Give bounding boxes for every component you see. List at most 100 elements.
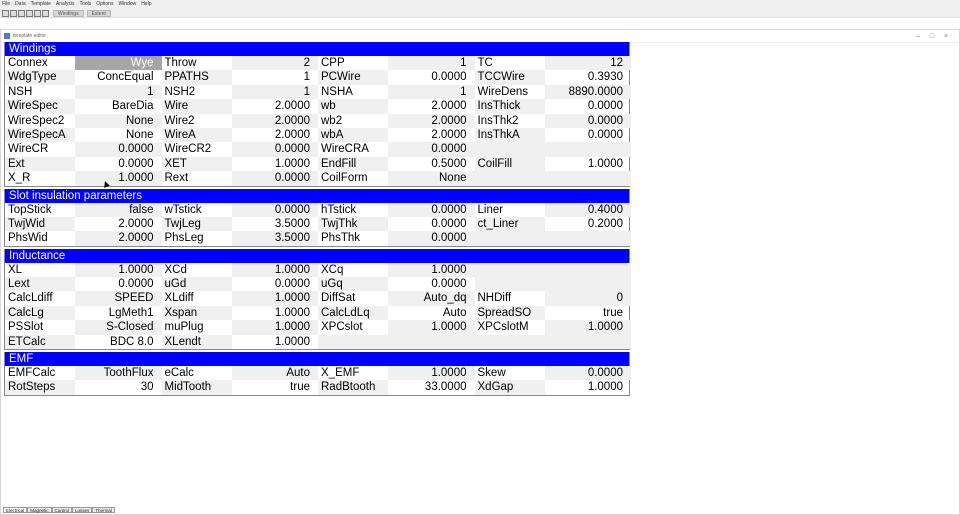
minimize-icon[interactable]: – [911, 31, 925, 42]
param-value[interactable]: 2 [231, 56, 318, 71]
bottom-tab-thermal[interactable]: Thermal [92, 507, 115, 513]
paste-icon[interactable] [42, 9, 49, 17]
bottom-tab-magnetic[interactable]: Magnetic [27, 507, 52, 513]
param-value[interactable]: 2.0000 [75, 231, 162, 246]
param-value[interactable]: 1.0000 [388, 320, 475, 335]
param-value[interactable]: 0.0000 [388, 202, 475, 217]
param-value[interactable]: Auto [388, 306, 475, 320]
menu-item-file[interactable]: File [2, 0, 10, 9]
menu-item-options[interactable]: Options [96, 0, 113, 9]
new-file-icon[interactable] [2, 9, 9, 17]
param-value[interactable]: LgMeth1 [75, 306, 162, 320]
param-value[interactable]: true [232, 380, 319, 394]
param-value[interactable]: false [75, 202, 162, 217]
param-value[interactable]: 1 [75, 84, 162, 100]
param-value[interactable]: 0.0000 [232, 277, 319, 291]
param-value[interactable]: 1.0000 [388, 262, 475, 278]
param-value[interactable]: Auto_dq [388, 291, 475, 306]
menu-item-template[interactable]: Template [31, 0, 51, 9]
param-value[interactable]: Auto [231, 366, 318, 381]
section-header[interactable]: Slot insulation parameters [5, 188, 629, 203]
param-value[interactable]: 0.0000 [388, 70, 475, 84]
param-value[interactable]: 0.0000 [75, 142, 162, 157]
param-value[interactable]: 0.0000 [231, 202, 318, 217]
param-value[interactable]: ToothFlux [75, 366, 162, 381]
param-value[interactable]: 0.2000 [545, 217, 632, 231]
param-value[interactable]: SPEED [75, 291, 162, 306]
param-value[interactable]: Wye [75, 56, 162, 71]
open-file-icon[interactable] [10, 9, 17, 17]
param-value[interactable]: 1.0000 [232, 335, 319, 349]
param-value[interactable]: 33.0000 [388, 380, 475, 394]
param-value[interactable]: 0.3930 [545, 70, 632, 84]
param-value[interactable]: 1 [232, 70, 319, 84]
print-icon[interactable] [26, 9, 33, 17]
param-value[interactable]: 1.0000 [231, 262, 318, 278]
param-value[interactable]: 0.4000 [544, 202, 631, 217]
param-value[interactable]: 0.0000 [388, 231, 475, 246]
param-value[interactable]: 2.0000 [388, 113, 475, 128]
param-value[interactable]: 2.0000 [232, 128, 319, 142]
param-value[interactable]: 2.0000 [388, 99, 475, 113]
param-value[interactable]: 0.0000 [544, 113, 631, 128]
param-value[interactable]: 0.0000 [75, 277, 162, 291]
maximize-icon[interactable]: □ [925, 31, 939, 42]
menu-item-tools[interactable]: Tools [80, 0, 92, 9]
close-icon[interactable]: × [939, 31, 953, 42]
toolbar-tab-windings[interactable]: Windings [53, 9, 84, 17]
menu-item-analysis[interactable]: Analysis [56, 0, 75, 9]
toolbar-tab-extent[interactable]: Extent [86, 9, 111, 17]
param-value[interactable]: 2.0000 [75, 217, 162, 231]
param-value[interactable]: 1.0000 [75, 171, 162, 186]
param-value[interactable]: None [388, 171, 475, 186]
bottom-tab-electrical[interactable]: Electrical [3, 507, 28, 513]
param-value[interactable]: 0.0000 [545, 128, 632, 142]
param-value[interactable]: 0.5000 [388, 157, 475, 171]
param-value[interactable]: 2.0000 [231, 113, 318, 128]
bottom-tab-control[interactable]: Control [51, 507, 73, 513]
menu-item-data[interactable]: Data [15, 0, 26, 9]
param-value[interactable]: 2.0000 [232, 99, 319, 113]
param-value[interactable]: 3.5000 [231, 231, 318, 246]
param-value[interactable]: ConcEqual [75, 70, 162, 84]
param-value[interactable]: 1.0000 [232, 157, 319, 171]
param-value[interactable]: None [75, 128, 162, 142]
bottom-tab-losses[interactable]: Losses [72, 507, 93, 513]
save-icon[interactable] [18, 9, 25, 17]
section-header[interactable]: Windings [5, 42, 629, 56]
param-value[interactable]: 0.0000 [75, 157, 162, 171]
param-value[interactable]: 1.0000 [231, 320, 318, 335]
param-value[interactable]: 1.0000 [232, 306, 319, 320]
param-value[interactable]: BDC 8.0 [75, 335, 162, 349]
param-value[interactable]: 1.0000 [231, 291, 318, 306]
param-value[interactable]: 1.0000 [544, 320, 631, 335]
param-value[interactable]: 0.0000 [388, 277, 475, 291]
param-value[interactable]: 0 [544, 291, 631, 306]
menu-item-help[interactable]: Help [141, 0, 151, 9]
param-value[interactable]: 0.0000 [545, 99, 632, 113]
param-value[interactable]: 12 [544, 56, 631, 71]
section-header[interactable]: Inductance [5, 248, 629, 263]
param-value[interactable]: 3.5000 [232, 217, 319, 231]
param-value[interactable]: 1.0000 [388, 366, 475, 381]
param-value[interactable]: S-Closed [75, 320, 162, 335]
param-value[interactable]: None [75, 113, 162, 128]
param-value[interactable]: BareDia [75, 99, 162, 113]
param-value[interactable]: true [545, 306, 632, 320]
menu-item-window[interactable]: Window [118, 0, 136, 9]
param-value[interactable]: 1 [388, 84, 475, 100]
section-header[interactable]: EMF [5, 352, 629, 367]
param-value[interactable]: 1.0000 [545, 157, 632, 171]
param-value[interactable]: 1 [388, 56, 475, 71]
param-value[interactable]: 0.0000 [544, 366, 631, 381]
param-value[interactable]: 0.0000 [388, 217, 475, 231]
param-value[interactable]: 0.0000 [231, 171, 318, 186]
param-value[interactable]: 8890.0000 [544, 84, 631, 100]
param-value[interactable]: 1.0000 [545, 380, 632, 394]
param-value[interactable]: 1.0000 [75, 262, 162, 278]
param-value[interactable]: 0.0000 [231, 142, 318, 157]
param-value[interactable]: 2.0000 [388, 128, 475, 142]
param-value[interactable]: 1 [231, 84, 318, 100]
copy-icon[interactable] [34, 9, 41, 17]
param-value[interactable]: 0.0000 [388, 142, 475, 157]
